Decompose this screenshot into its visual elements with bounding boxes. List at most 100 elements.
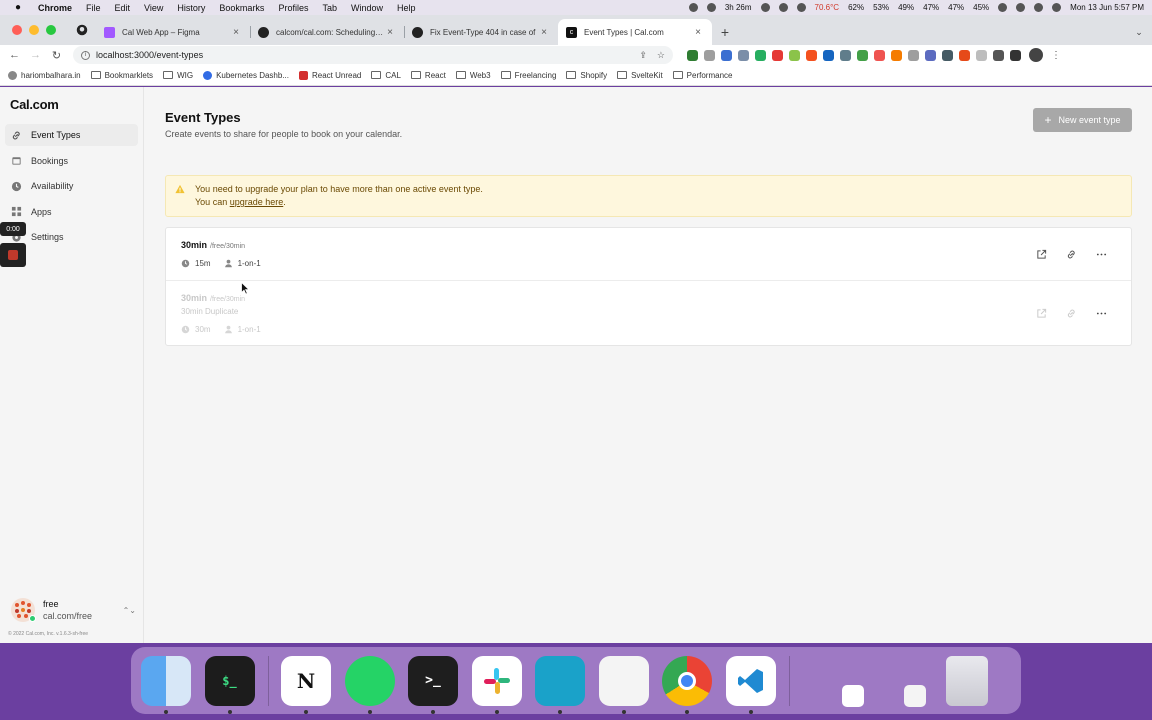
menu-help[interactable]: Help bbox=[397, 3, 416, 13]
address-bar[interactable]: i localhost:3000/event-types ⇪ ☆ bbox=[73, 46, 673, 64]
wifi-icon[interactable] bbox=[1016, 3, 1026, 12]
close-tab-icon[interactable]: × bbox=[384, 27, 396, 38]
sidebar-item-event-types[interactable]: Event Types bbox=[5, 124, 138, 146]
tab-event-types[interactable]: c Event Types | Cal.com × bbox=[558, 19, 712, 45]
status-icon[interactable] bbox=[706, 3, 716, 12]
more-menu-icon[interactable]: ⋮ bbox=[1051, 50, 1061, 61]
external-link-icon[interactable] bbox=[1035, 248, 1048, 261]
sidebar-item-apps[interactable]: Apps bbox=[5, 201, 138, 223]
user-menu[interactable]: free cal.com/free ⌃⌄ bbox=[11, 597, 136, 623]
extension-icon[interactable] bbox=[687, 49, 698, 61]
status-stat[interactable]: 62% bbox=[848, 3, 864, 12]
terminal-prompt-icon[interactable]: >_ bbox=[408, 655, 458, 714]
event-type-row[interactable]: 30min/free/30min 30min Duplicate 30m 1-o… bbox=[166, 281, 1131, 345]
chrome-icon[interactable] bbox=[662, 655, 712, 714]
copy-link-icon[interactable] bbox=[1065, 307, 1078, 320]
close-window-button[interactable] bbox=[12, 25, 22, 35]
url-text[interactable]: localhost:3000/event-types bbox=[96, 50, 629, 60]
extension-icon[interactable] bbox=[874, 49, 885, 61]
menu-view[interactable]: View bbox=[144, 3, 163, 13]
share-icon[interactable]: ⇪ bbox=[639, 50, 647, 61]
extension-icon[interactable] bbox=[908, 49, 919, 61]
status-icon[interactable] bbox=[688, 3, 698, 12]
terminal-app-icon[interactable]: $_ bbox=[204, 655, 255, 714]
bookmark-folder[interactable]: Web3 bbox=[455, 71, 491, 80]
close-tab-icon[interactable]: × bbox=[230, 27, 242, 38]
extension-icon[interactable] bbox=[738, 49, 749, 61]
extension-icon[interactable] bbox=[925, 49, 936, 61]
back-button[interactable]: ← bbox=[4, 45, 25, 65]
forward-button[interactable]: → bbox=[25, 45, 46, 65]
side-panel-icon[interactable] bbox=[1010, 49, 1021, 61]
notion-icon[interactable]: N bbox=[281, 655, 331, 714]
status-stat[interactable]: 47% bbox=[948, 3, 964, 12]
extension-icon[interactable] bbox=[823, 49, 834, 61]
external-link-icon[interactable] bbox=[1035, 307, 1048, 320]
apple-icon[interactable]: ● bbox=[10, 2, 26, 13]
zoom-window-button[interactable] bbox=[46, 25, 56, 35]
profile-avatar[interactable] bbox=[1029, 48, 1043, 62]
reload-button[interactable]: ↻ bbox=[46, 45, 67, 65]
extension-icon[interactable] bbox=[942, 49, 953, 61]
new-event-type-button[interactable]: + New event type bbox=[1033, 108, 1132, 132]
bookmark-folder[interactable]: Freelancing bbox=[500, 71, 556, 80]
event-title[interactable]: 30min/free/30min bbox=[181, 293, 245, 303]
puzzle-icon[interactable] bbox=[993, 49, 1004, 61]
menu-app-name[interactable]: Chrome bbox=[38, 3, 72, 13]
paper-plane-app-icon[interactable] bbox=[535, 655, 585, 714]
recording-stop-button[interactable] bbox=[0, 243, 26, 267]
site-info-icon[interactable]: i bbox=[81, 50, 90, 60]
bookmark-item[interactable]: Kubernetes Dashb... bbox=[203, 70, 289, 80]
more-options-icon[interactable] bbox=[1095, 307, 1108, 320]
status-stat[interactable]: 47% bbox=[923, 3, 939, 12]
extension-icon[interactable] bbox=[755, 49, 766, 61]
vscode-icon[interactable] bbox=[725, 655, 776, 714]
pinned-tab-github[interactable] bbox=[68, 15, 96, 45]
menu-tab[interactable]: Tab bbox=[322, 3, 337, 13]
bookmark-folder[interactable]: WIG bbox=[163, 71, 193, 80]
bookmark-star-icon[interactable]: ☆ bbox=[657, 50, 665, 61]
tab-search-icon[interactable]: ⌄ bbox=[1126, 19, 1152, 45]
minimize-window-button[interactable] bbox=[29, 25, 39, 35]
menu-history[interactable]: History bbox=[177, 3, 205, 13]
lotus-app-icon[interactable] bbox=[598, 655, 649, 714]
menu-profiles[interactable]: Profiles bbox=[278, 3, 308, 13]
status-timer[interactable]: 3h 26m bbox=[725, 3, 752, 12]
menu-edit[interactable]: Edit bbox=[115, 3, 131, 13]
tab-github-calcom[interactable]: calcom/cal.com: Scheduling infrastructur… bbox=[250, 19, 404, 45]
status-temp[interactable]: 70.6°C bbox=[815, 3, 840, 12]
tab-figma[interactable]: Cal Web App – Figma × bbox=[96, 19, 250, 45]
status-stat[interactable]: 49% bbox=[898, 3, 914, 12]
extension-icon[interactable] bbox=[959, 49, 970, 61]
extension-icon[interactable] bbox=[721, 49, 732, 61]
extension-icon[interactable] bbox=[704, 49, 715, 61]
status-icon[interactable] bbox=[760, 3, 770, 12]
extension-icon[interactable] bbox=[891, 49, 902, 61]
battery-icon[interactable] bbox=[998, 3, 1008, 12]
more-options-icon[interactable] bbox=[1095, 248, 1108, 261]
bookmark-folder[interactable]: React bbox=[410, 71, 446, 80]
status-stat[interactable]: 53% bbox=[873, 3, 889, 12]
extension-icon[interactable] bbox=[976, 49, 987, 61]
status-datetime[interactable]: Mon 13 Jun 5:57 PM bbox=[1070, 3, 1144, 12]
close-tab-icon[interactable]: × bbox=[538, 27, 550, 38]
slack-icon[interactable] bbox=[471, 655, 522, 714]
extension-icon[interactable] bbox=[857, 49, 868, 61]
bookmark-folder[interactable]: CAL bbox=[371, 71, 401, 80]
whatsapp-icon[interactable] bbox=[344, 655, 395, 714]
extension-icon[interactable] bbox=[772, 49, 783, 61]
bookmark-folder[interactable]: Bookmarklets bbox=[90, 71, 153, 80]
control-center-icon[interactable] bbox=[1052, 3, 1062, 12]
new-tab-button[interactable]: + bbox=[712, 19, 738, 45]
extension-icon[interactable] bbox=[789, 49, 800, 61]
bookmark-item[interactable]: hariombalhara.in bbox=[8, 70, 81, 80]
sidebar-item-availability[interactable]: Availability bbox=[5, 175, 138, 197]
event-title[interactable]: 30min/free/30min bbox=[181, 240, 245, 250]
search-icon[interactable] bbox=[1034, 3, 1044, 12]
copy-link-icon[interactable] bbox=[1065, 248, 1078, 261]
status-icon[interactable] bbox=[796, 3, 806, 12]
bookmark-folder[interactable]: Shopify bbox=[566, 71, 607, 80]
upgrade-link[interactable]: upgrade here bbox=[230, 197, 284, 207]
finder-icon[interactable] bbox=[141, 655, 191, 714]
bookmark-folder[interactable]: SvelteKit bbox=[617, 71, 663, 80]
